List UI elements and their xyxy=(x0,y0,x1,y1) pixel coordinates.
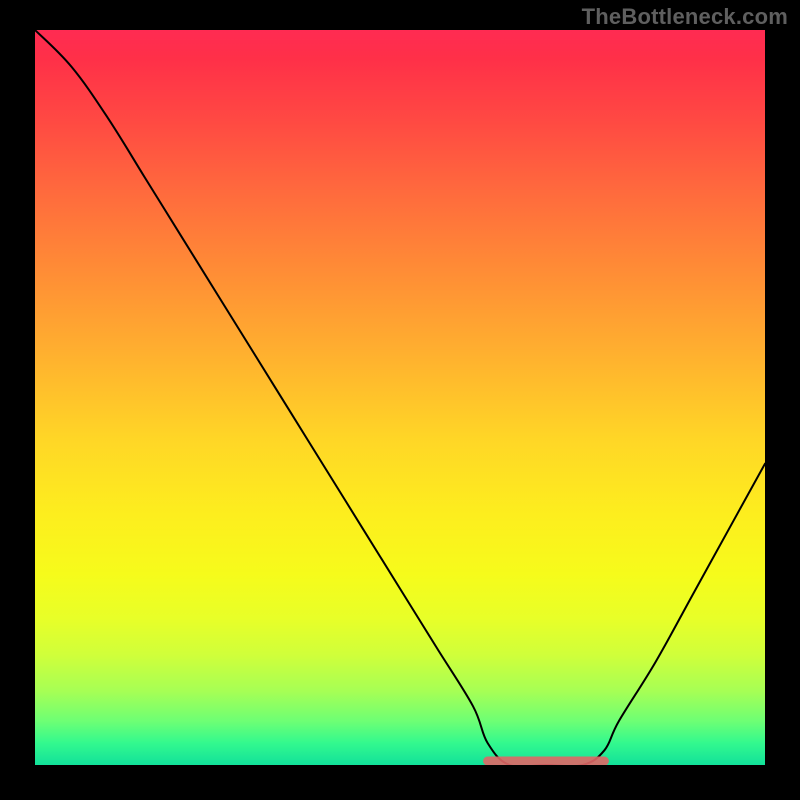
bottleneck-curve xyxy=(35,30,765,765)
chart-svg xyxy=(35,30,765,765)
plot-area xyxy=(35,30,765,765)
watermark-text: TheBottleneck.com xyxy=(582,4,788,30)
chart-frame: TheBottleneck.com xyxy=(0,0,800,800)
